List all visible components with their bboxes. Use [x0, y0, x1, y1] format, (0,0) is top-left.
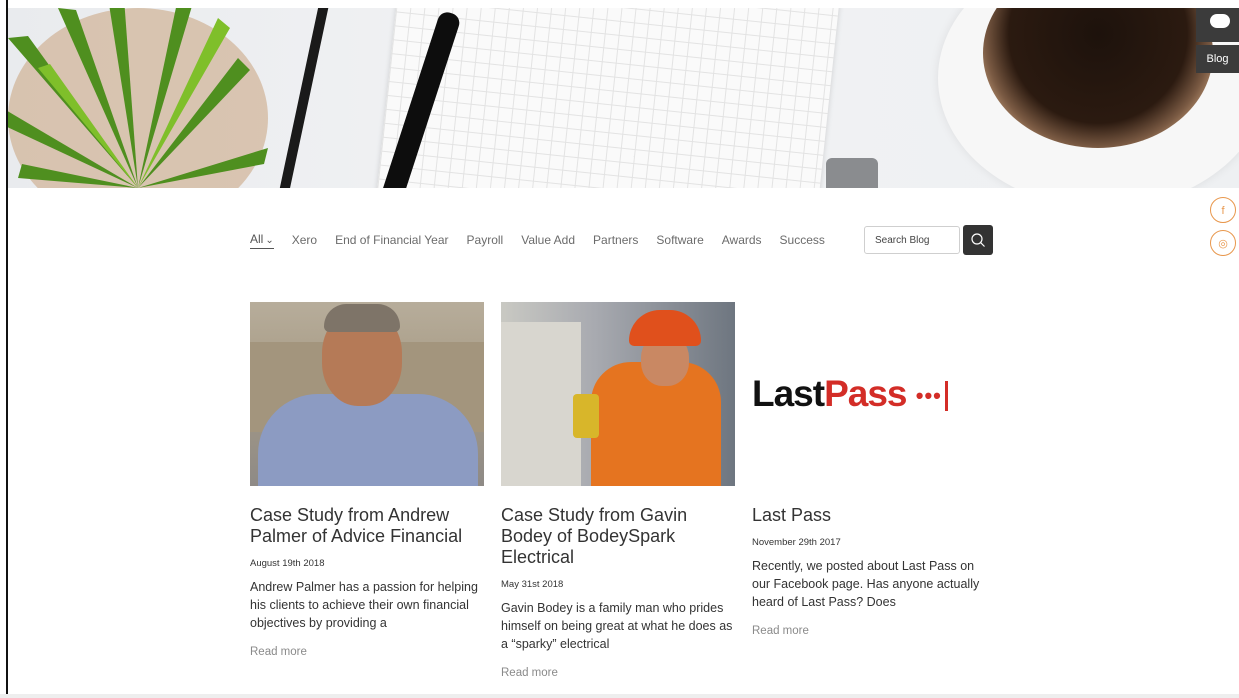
- chat-button[interactable]: [1196, 8, 1239, 42]
- chevron-down-icon: ⌄: [265, 234, 274, 246]
- read-more-link[interactable]: Read more: [752, 625, 988, 637]
- category-filter-nav: All ⌄ Xero End of Financial Year Payroll …: [250, 230, 843, 250]
- filter-success[interactable]: Success: [780, 233, 825, 247]
- post-title[interactable]: Case Study from Gavin Bodey of BodeySpar…: [501, 505, 737, 568]
- logo-bar: [944, 381, 948, 412]
- photo-subject-hair: [324, 304, 400, 332]
- filter-xero[interactable]: Xero: [292, 233, 317, 247]
- search-button[interactable]: [963, 225, 993, 255]
- search-icon: [971, 233, 985, 247]
- post-date: November 29th 2017: [752, 537, 841, 548]
- top-border: [0, 0, 1239, 8]
- search-input[interactable]: [864, 226, 960, 254]
- facebook-icon[interactable]: f: [1210, 197, 1236, 223]
- filter-value-add[interactable]: Value Add: [521, 233, 575, 247]
- photo-hard-hat: [629, 310, 701, 346]
- filter-all[interactable]: All ⌄: [250, 232, 274, 249]
- post-thumbnail[interactable]: [250, 302, 484, 486]
- filter-partners[interactable]: Partners: [593, 233, 638, 247]
- post-thumbnail[interactable]: [501, 302, 735, 486]
- read-more-link[interactable]: Read more: [250, 646, 486, 658]
- bottom-divider: [0, 694, 1239, 698]
- chat-bubble-icon: [1210, 14, 1230, 28]
- pencil-illustration: [274, 8, 332, 188]
- post-excerpt: Gavin Bodey is a family man who prides h…: [501, 601, 733, 651]
- post-date: May 31st 2018: [501, 579, 564, 590]
- instagram-icon[interactable]: ◎: [1210, 230, 1236, 256]
- blog-post-card: LastPass ••• Last Pass November 29th 201…: [752, 302, 988, 637]
- post-thumbnail[interactable]: LastPass •••: [752, 302, 986, 486]
- blog-tab[interactable]: Blog: [1196, 45, 1239, 73]
- photo-subject-shirt: [258, 394, 478, 486]
- read-more-link[interactable]: Read more: [501, 667, 737, 679]
- post-title[interactable]: Case Study from Andrew Palmer of Advice …: [250, 505, 486, 547]
- eraser-illustration: [826, 158, 878, 188]
- logo-text-last: Last: [752, 373, 825, 414]
- lastpass-logo: LastPass •••: [752, 373, 948, 415]
- left-border: [6, 0, 8, 698]
- post-title[interactable]: Last Pass: [752, 505, 988, 526]
- post-date: August 19th 2018: [250, 558, 325, 569]
- photo-electrical-panel: [501, 322, 581, 486]
- post-excerpt: Andrew Palmer has a passion for helping …: [250, 580, 478, 630]
- logo-dots: •••: [915, 383, 942, 409]
- blog-post-card: Case Study from Andrew Palmer of Advice …: [250, 302, 486, 658]
- hero-banner-image: [8, 8, 1239, 188]
- filter-awards[interactable]: Awards: [722, 233, 762, 247]
- photo-multimeter: [573, 394, 599, 438]
- filter-software[interactable]: Software: [656, 233, 703, 247]
- logo-text-pass: Pass: [824, 373, 907, 414]
- filter-end-of-financial-year[interactable]: End of Financial Year: [335, 233, 448, 247]
- post-excerpt: Recently, we posted about Last Pass on o…: [752, 559, 980, 609]
- filter-payroll[interactable]: Payroll: [467, 233, 504, 247]
- filter-all-label: All: [250, 231, 264, 246]
- plant-illustration: [8, 8, 268, 188]
- blog-post-card: Case Study from Gavin Bodey of BodeySpar…: [501, 302, 737, 679]
